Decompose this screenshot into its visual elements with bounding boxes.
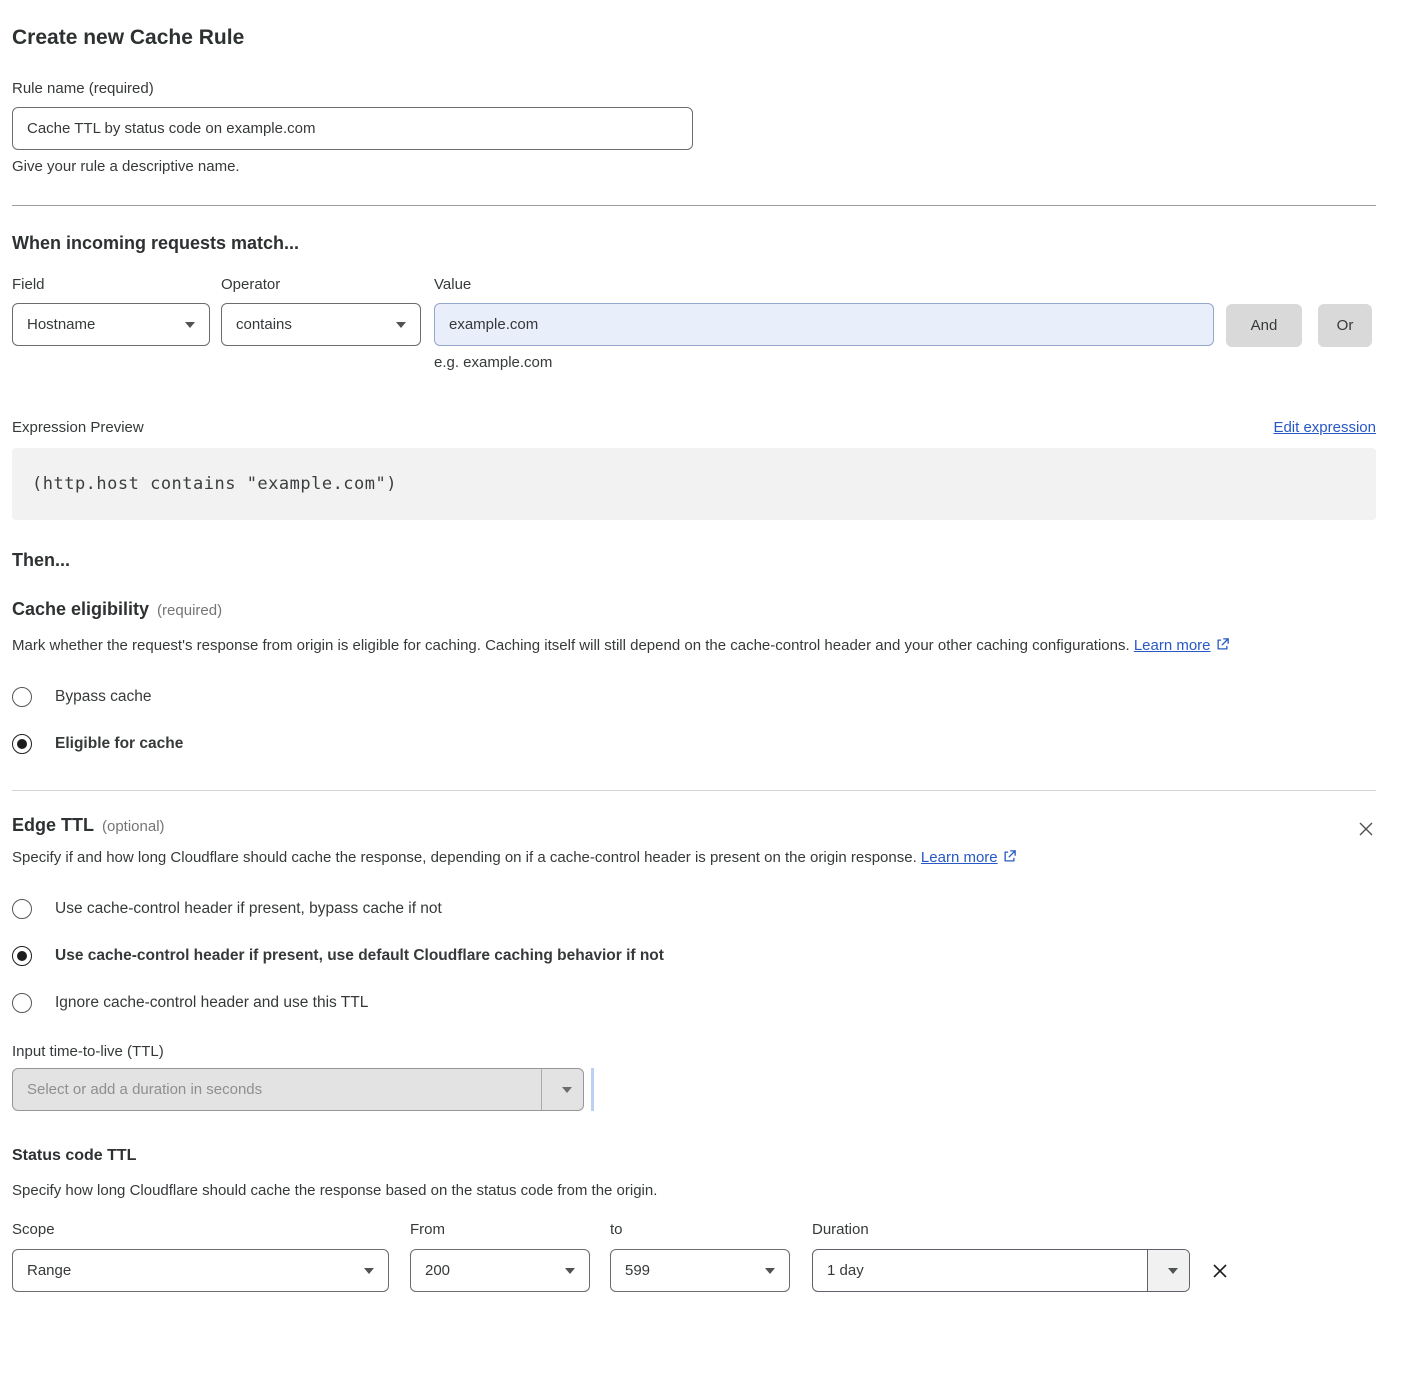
from-label: From: [410, 1221, 590, 1238]
chevron-down-icon: [765, 1268, 775, 1274]
match-heading: When incoming requests match...: [12, 233, 1376, 254]
rule-name-helper: Give your rule a descriptive name.: [12, 158, 1376, 175]
then-heading: Then...: [12, 550, 1376, 571]
optional-tag: (optional): [102, 818, 165, 835]
from-select[interactable]: 200: [410, 1249, 590, 1292]
match-condition-row: Field Hostname Operator contains Value e…: [12, 276, 1376, 371]
duration-select[interactable]: 1 day: [812, 1249, 1190, 1292]
external-link-icon: [1002, 849, 1017, 864]
rule-name-label: Rule name (required): [12, 80, 1376, 97]
expression-preview-box: (http.host contains "example.com"): [12, 448, 1376, 520]
ttl-input-label: Input time-to-live (TTL): [12, 1043, 1376, 1060]
value-label: Value: [434, 276, 1214, 293]
and-button[interactable]: And: [1226, 304, 1302, 347]
radio-icon: [12, 899, 32, 919]
operator-select-value: contains: [236, 316, 292, 333]
chevron-down-icon: [364, 1268, 374, 1274]
radio-option-bypass-cache[interactable]: Bypass cache: [12, 687, 1376, 707]
field-label: Field: [12, 276, 210, 293]
status-code-ttl-heading: Status code TTL: [12, 1147, 1376, 1165]
scope-select-value: Range: [27, 1262, 71, 1279]
field-select-value: Hostname: [27, 316, 95, 333]
radio-option-cache-control-bypass[interactable]: Use cache-control header if present, byp…: [12, 899, 1376, 919]
chevron-down-icon: [1147, 1250, 1189, 1291]
close-icon[interactable]: [1356, 819, 1376, 844]
radio-option-eligible-for-cache[interactable]: Eligible for cache: [12, 734, 1376, 754]
to-select[interactable]: 599: [610, 1249, 790, 1292]
page-title: Create new Cache Rule: [12, 26, 1376, 50]
chevron-down-icon: [541, 1069, 583, 1110]
status-code-ttl-description: Specify how long Cloudflare should cache…: [12, 1177, 1357, 1205]
status-code-ttl-row: Scope Range From 200 to 599 Duration 1 d…: [12, 1221, 1376, 1292]
operator-select[interactable]: contains: [221, 303, 421, 346]
edit-expression-link[interactable]: Edit expression: [1273, 419, 1376, 436]
to-label: to: [610, 1221, 790, 1238]
cache-eligibility-heading: Cache eligibility(required): [12, 599, 1376, 620]
learn-more-link[interactable]: Learn more: [1134, 637, 1211, 654]
ttl-duration-placeholder: Select or add a duration in seconds: [13, 1069, 541, 1110]
rule-name-input[interactable]: [12, 107, 693, 150]
radio-option-cache-control-default[interactable]: Use cache-control header if present, use…: [12, 946, 1376, 966]
edge-ttl-heading: Edge TTL(optional): [12, 815, 1017, 836]
edge-ttl-description: Specify if and how long Cloudflare shoul…: [12, 844, 1017, 872]
from-select-value: 200: [425, 1262, 450, 1279]
or-button[interactable]: Or: [1318, 304, 1372, 347]
create-cache-rule-form: Create new Cache Rule Rule name (require…: [0, 0, 1412, 1318]
learn-more-link[interactable]: Learn more: [921, 849, 998, 866]
field-select[interactable]: Hostname: [12, 303, 210, 346]
text-caret: [591, 1068, 594, 1111]
value-helper: e.g. example.com: [434, 354, 1214, 371]
edge-ttl-header: Edge TTL(optional) Specify if and how lo…: [12, 815, 1376, 872]
scope-select[interactable]: Range: [12, 1249, 389, 1292]
scope-label: Scope: [12, 1221, 389, 1238]
value-input[interactable]: [434, 303, 1214, 346]
radio-icon: [12, 687, 32, 707]
chevron-down-icon: [185, 322, 195, 328]
radio-option-ignore-cache-control[interactable]: Ignore cache-control header and use this…: [12, 993, 1376, 1013]
external-link-icon: [1215, 637, 1230, 652]
ttl-combo-wrap: Select or add a duration in seconds: [12, 1068, 1376, 1111]
expression-code: (http.host contains "example.com"): [32, 474, 397, 494]
section-divider: [12, 790, 1376, 791]
ttl-duration-select[interactable]: Select or add a duration in seconds: [12, 1068, 584, 1111]
duration-label: Duration: [812, 1221, 1190, 1238]
delete-row-icon[interactable]: [1209, 1260, 1231, 1287]
radio-checked-icon: [12, 946, 32, 966]
expression-preview-label: Expression Preview: [12, 419, 144, 436]
radio-checked-icon: [12, 734, 32, 754]
chevron-down-icon: [565, 1268, 575, 1274]
expression-preview-header: Expression Preview Edit expression: [12, 419, 1376, 436]
cache-eligibility-description: Mark whether the request's response from…: [12, 632, 1357, 660]
operator-label: Operator: [221, 276, 421, 293]
duration-select-value: 1 day: [813, 1250, 1147, 1291]
chevron-down-icon: [396, 322, 406, 328]
required-tag: (required): [157, 602, 222, 619]
section-divider: [12, 205, 1376, 206]
to-select-value: 599: [625, 1262, 650, 1279]
radio-icon: [12, 993, 32, 1013]
